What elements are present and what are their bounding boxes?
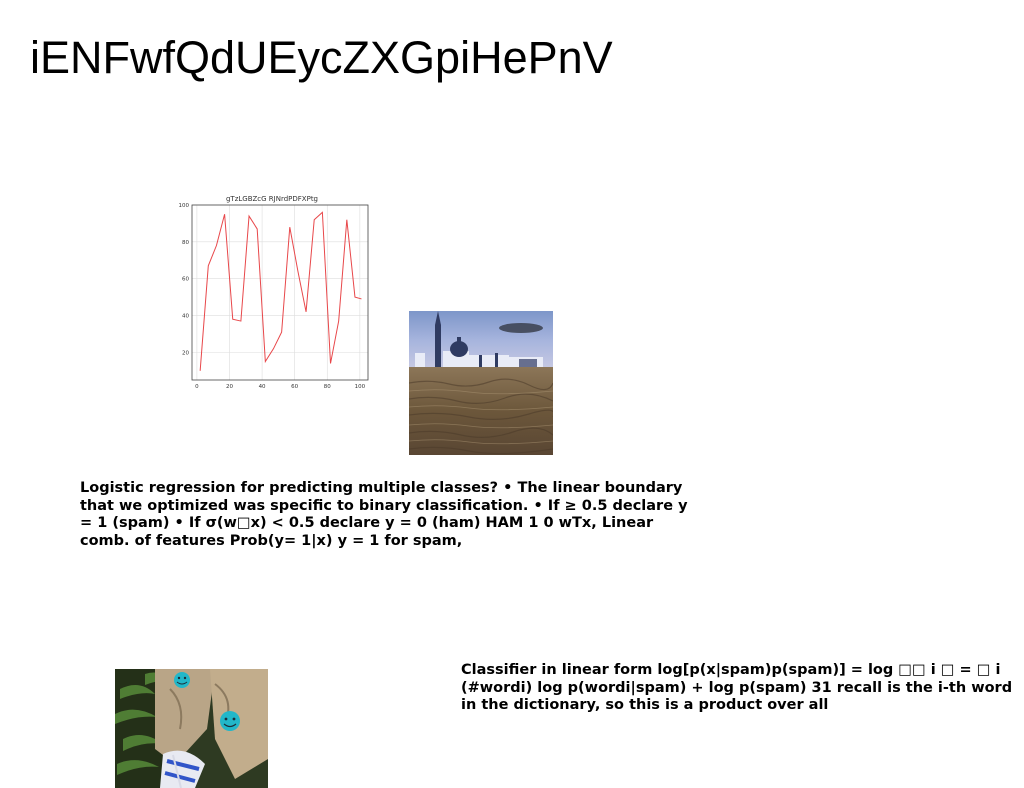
paragraph-logistic-regression: Logistic regression for predicting multi… bbox=[80, 480, 688, 549]
x-tick-label: 100 bbox=[355, 384, 366, 390]
series-line bbox=[199, 211, 362, 371]
sneakers-fern-photo bbox=[115, 669, 268, 788]
x-tick-label: 40 bbox=[259, 384, 266, 390]
y-tick-label: 100 bbox=[179, 203, 190, 209]
page-title: iENFwfQdUEycZXGpiHePnV bbox=[30, 32, 613, 83]
x-tick-label: 20 bbox=[226, 384, 233, 390]
y-tick-label: 80 bbox=[182, 240, 189, 246]
chart-title: gTzLGBZcG RJNrdPDFXPtg bbox=[226, 195, 318, 203]
venice-church-photo bbox=[409, 311, 553, 455]
paragraph-linear-classifier: Classifier in linear form log[p(x|spam)p… bbox=[461, 662, 1013, 713]
y-tick-label: 20 bbox=[182, 350, 189, 356]
line-chart: gTzLGBZcG RJNrdPDFXPtg 0 20 40 60 80 100 20 40 6… bbox=[179, 195, 369, 390]
y-tick-label: 40 bbox=[182, 314, 189, 320]
x-tick-label: 0 bbox=[195, 384, 199, 390]
y-tick-label: 60 bbox=[182, 277, 189, 283]
x-tick-label: 60 bbox=[291, 384, 298, 390]
x-tick-label: 80 bbox=[324, 384, 331, 390]
plot-frame bbox=[191, 204, 369, 381]
